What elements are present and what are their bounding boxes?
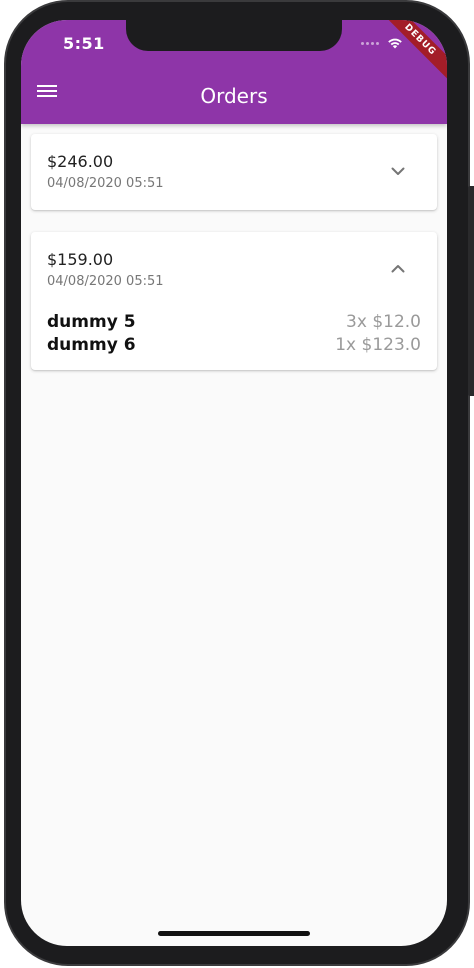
item-name: dummy 6	[47, 335, 136, 355]
chevron-down-icon	[391, 167, 405, 175]
app-screen: 5:51 DEBUG Orders $246.00 04/08/2020 05:…	[21, 20, 447, 946]
side-button	[468, 186, 474, 396]
home-indicator[interactable]	[158, 931, 310, 936]
app-bar: 5:51 DEBUG Orders	[21, 20, 447, 124]
device-frame: 5:51 DEBUG Orders $246.00 04/08/2020 05:…	[0, 0, 474, 968]
order-card: $246.00 04/08/2020 05:51	[31, 134, 437, 210]
status-icons	[361, 37, 403, 49]
order-date: 04/08/2020 05:51	[47, 176, 164, 191]
wifi-icon	[388, 38, 402, 49]
item-name: dummy 5	[47, 312, 136, 332]
collapse-order-button[interactable]	[387, 258, 409, 280]
item-quantity-price: 1x $123.0	[335, 335, 421, 355]
status-time: 5:51	[63, 34, 105, 53]
page-title: Orders	[200, 84, 268, 108]
cellular-signal-icon	[361, 41, 379, 45]
camera-notch	[126, 20, 342, 51]
item-quantity-price: 3x $12.0	[346, 312, 421, 332]
order-amount: $246.00	[47, 152, 114, 171]
order-amount: $159.00	[47, 250, 114, 269]
debug-banner: DEBUG	[375, 20, 447, 85]
order-item-row: dummy 5 3x $12.0	[47, 312, 421, 332]
expand-order-button[interactable]	[387, 160, 409, 182]
order-date: 04/08/2020 05:51	[47, 274, 164, 289]
order-item-row: dummy 6 1x $123.0	[47, 335, 421, 355]
chevron-up-icon	[391, 265, 405, 273]
order-card: $159.00 04/08/2020 05:51 dummy 5 3x $12.…	[31, 232, 437, 370]
